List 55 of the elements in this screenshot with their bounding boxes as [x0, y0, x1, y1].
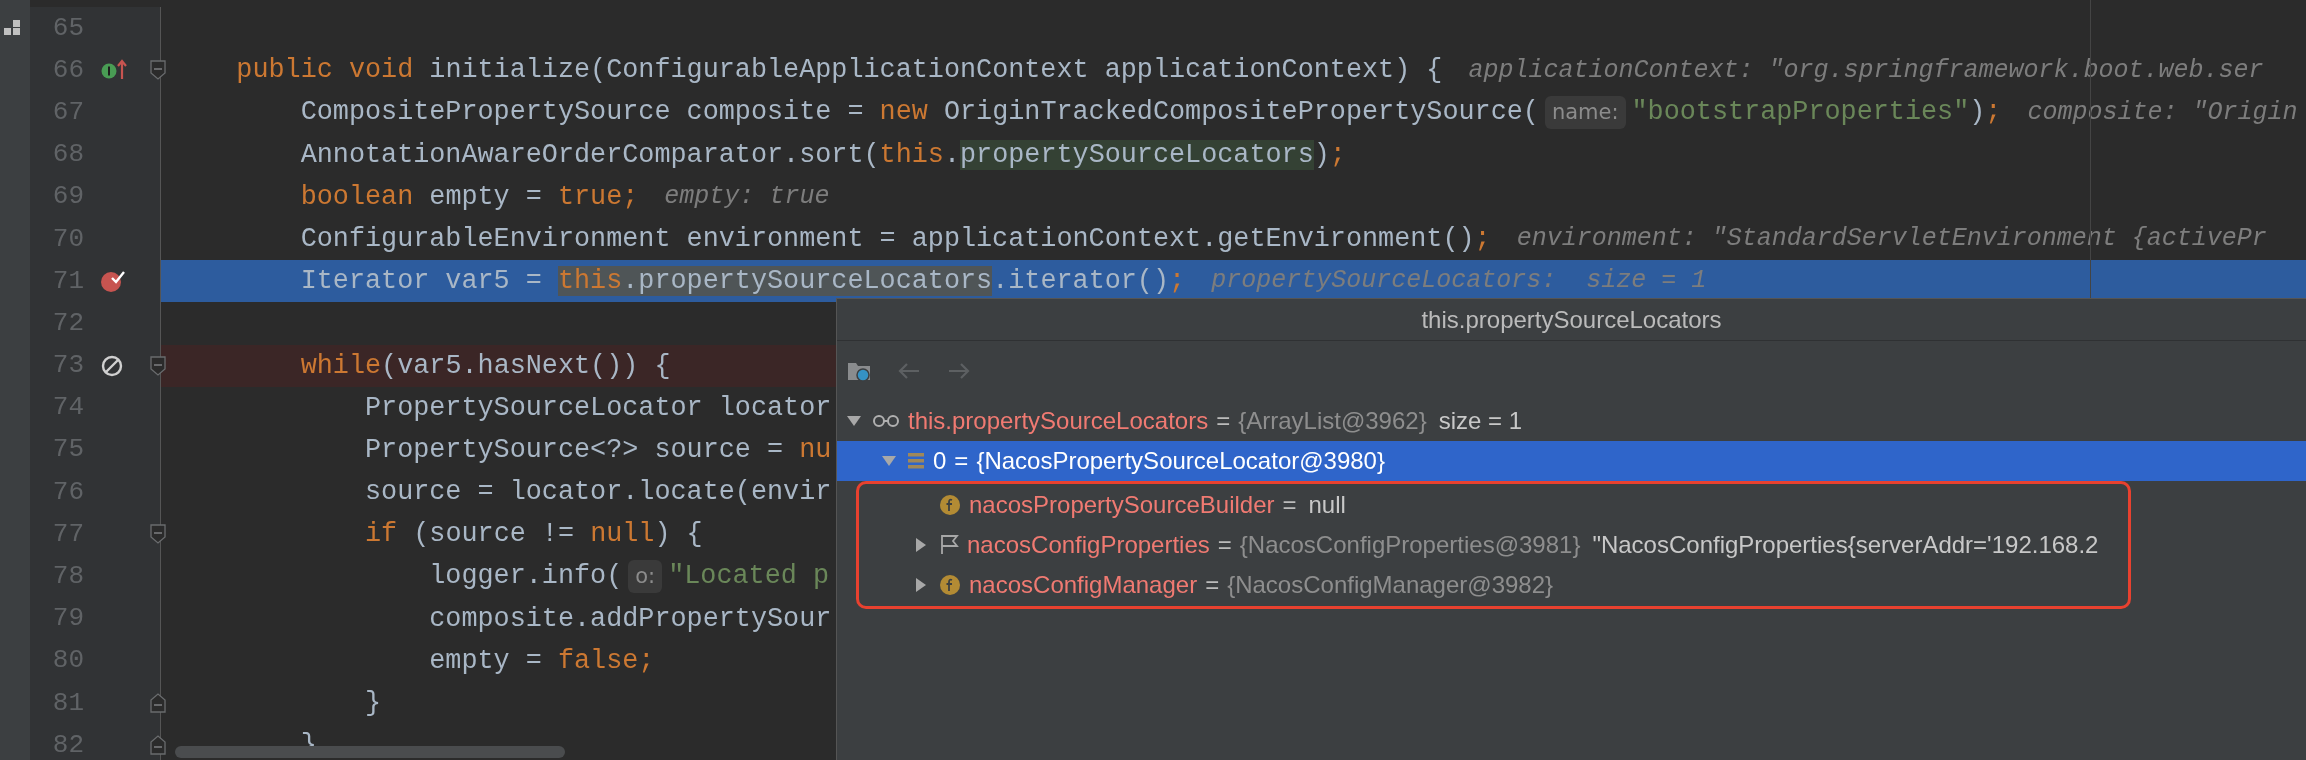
equals-sign: =: [1217, 530, 1232, 560]
horizontal-scrollbar[interactable]: [175, 746, 565, 758]
variable-value: {ArrayList@3962}: [1238, 406, 1427, 436]
popup-title: this.propertySourceLocators: [837, 299, 2306, 341]
variable-value: {NacosPropertySourceLocator@3980}: [976, 446, 1385, 476]
inline-value-hint: empty: true: [664, 181, 830, 214]
equals-sign: =: [1282, 490, 1297, 520]
inline-value-hint: propertySourceLocators: size = 1: [1211, 265, 1707, 298]
equals-sign: =: [1205, 570, 1220, 600]
fold-icon[interactable]: [150, 693, 166, 714]
breakpoint-icon[interactable]: [100, 269, 126, 294]
code-text: source = locator.locate(envir: [363, 476, 832, 510]
inline-value-hint: applicationContext: "org.springframework.boot.web.ser: [1468, 54, 2264, 87]
inline-value-hint: environment: "StandardServletEnvironment {activePr: [1516, 223, 2267, 256]
fold-icon[interactable]: [150, 355, 166, 376]
code-text: "bootstrapProperties");: [1631, 96, 2002, 130]
code-text: PropertySource<?> source = nu: [363, 433, 832, 467]
code-text: CompositePropertySource composite = new OriginTrackedCompositePropertySource(: [299, 96, 1539, 130]
code-text: boolean empty = true;: [299, 180, 639, 214]
fold-icon[interactable]: [150, 524, 166, 545]
inline-value-hint: composite: "Origin: [2027, 96, 2298, 129]
tree-row[interactable]: nacosConfigProperties = {NacosConfigProperties@3981} "NacosConfigProperties{serverAddr='192.168.2: [856, 525, 2306, 565]
variable-name: nacosConfigManager: [969, 570, 1198, 600]
code-text: composite.addPropertySour: [428, 602, 832, 636]
parameter-hint: o:: [628, 559, 663, 594]
equals-sign: =: [1216, 406, 1231, 436]
code-text: }: [363, 687, 382, 720]
parameter-hint: name:: [1544, 95, 1626, 130]
tree-row[interactable]: nacosPropertySourceBuilder = null: [856, 485, 2306, 525]
code-text: logger.info(: [428, 560, 623, 594]
code-text: Iterator var5 = this.propertySourceLocators.iterator();: [299, 265, 1186, 299]
code-text: if (source != null) {: [363, 518, 703, 552]
tree-row[interactable]: 0 = {NacosPropertySourceLocator@3980}: [837, 441, 2306, 481]
variable-name: 0: [933, 446, 947, 476]
value-text: "NacosConfigProperties{serverAddr='192.168.2: [1592, 530, 2099, 560]
tree-row[interactable]: this.propertySourceLocators = {ArrayList@3962} size = 1: [837, 401, 2306, 441]
code-text: public void initialize(ConfigurableApplicationContext applicationContext) {: [235, 54, 1443, 88]
variable-value: {NacosConfigManager@3982}: [1227, 570, 1554, 600]
variable-name: nacosConfigProperties: [967, 530, 1210, 560]
code-text: ConfigurableEnvironment environment = applicationContext.getEnvironment();: [299, 222, 1491, 256]
code-text: while(var5.hasNext()) {: [299, 349, 671, 383]
code-text: AnnotationAwareOrderComparator.sort(this.propertySourceLocators);: [299, 138, 1346, 172]
fold-icon[interactable]: [150, 735, 166, 756]
value-text: null: [1308, 490, 1346, 520]
layout-icon[interactable]: [4, 20, 22, 36]
value-text: size = 1: [1438, 406, 1523, 436]
equals-sign: =: [954, 446, 969, 476]
tree-row[interactable]: nacosConfigManager = {NacosConfigManager@3982}: [856, 565, 2306, 605]
fold-icon[interactable]: [150, 60, 166, 81]
variable-name: nacosPropertySourceBuilder: [969, 490, 1275, 520]
code-text: "Located p: [668, 560, 829, 594]
code-text: empty = false;: [428, 644, 655, 678]
variable-value: {NacosConfigProperties@3981}: [1239, 530, 1581, 560]
code-text: PropertySourceLocator locator: [363, 391, 832, 425]
variable-name: this.propertySourceLocators: [908, 406, 1209, 436]
